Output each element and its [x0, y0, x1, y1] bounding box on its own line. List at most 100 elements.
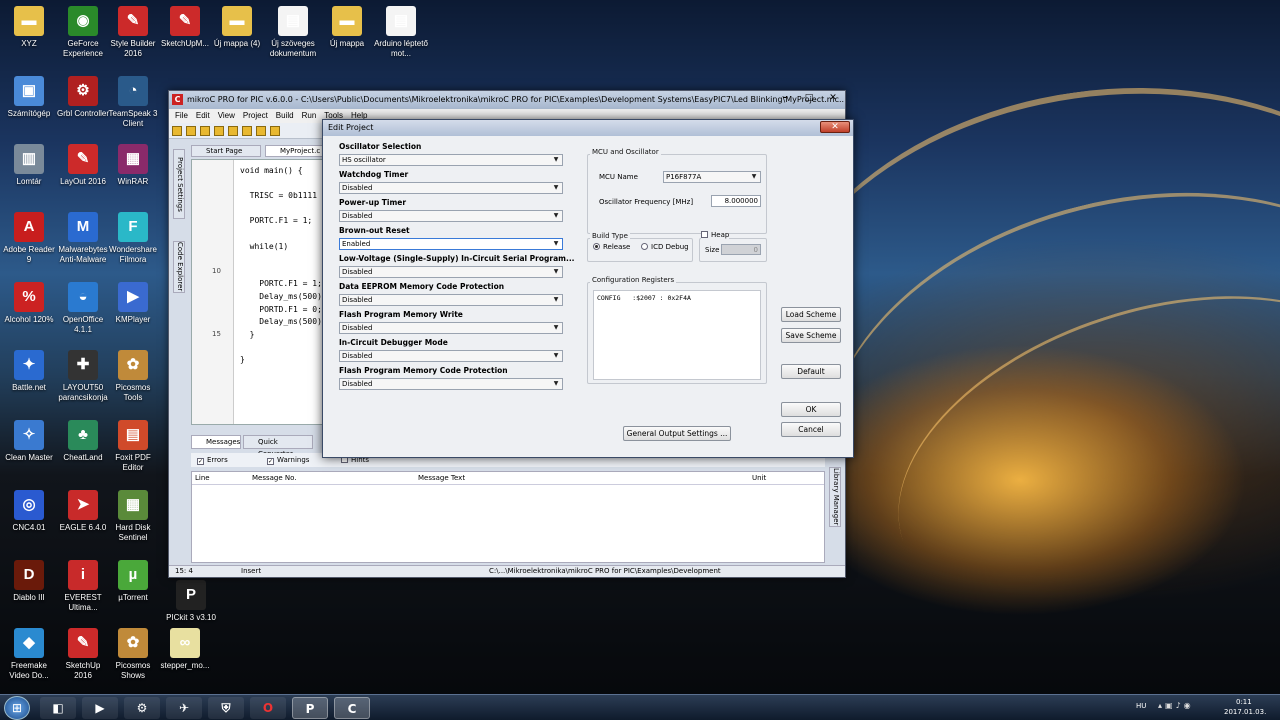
desktop-icon[interactable]: ✎ LayOut 2016 [56, 144, 110, 187]
code-editor[interactable]: void main() { TRISC = 0b1111 PORTC.F1 = … [191, 159, 323, 425]
mikroc-taskbar-icon[interactable]: C [334, 697, 370, 719]
edit-project-dialog[interactable]: Edit Project ✕ Oscillator Selection HS os… [322, 119, 854, 458]
desktop-icon[interactable]: ▤ Foxit PDF Editor [106, 420, 160, 473]
setting-select[interactable]: Enabled ▼ [339, 238, 563, 250]
warnings-checkbox[interactable]: ✓ [267, 458, 274, 465]
pickit-taskbar-icon[interactable]: P [292, 697, 328, 719]
desktop-icon[interactable]: ▤ Arduino léptető mot... [374, 6, 428, 59]
tab-quick-converter[interactable]: Quick Converter [243, 435, 313, 458]
build-icon[interactable] [214, 126, 224, 136]
release-radio[interactable]: Release [593, 243, 630, 251]
oscillator-frequency-input[interactable]: 8.000000 [711, 195, 761, 207]
desktop-icon[interactable]: µ µTorrent [106, 560, 160, 603]
compile-icon[interactable] [228, 126, 238, 136]
desktop-icon[interactable]: ▦ Hard Disk Sentinel [106, 490, 160, 543]
desktop-icon[interactable]: A Adobe Reader 9 [2, 212, 56, 265]
desktop-icon[interactable]: i EVEREST Ultima... [56, 560, 110, 613]
clock-date[interactable]: 2017.01.03. [1224, 708, 1266, 716]
setting-select[interactable]: Disabled ▼ [339, 350, 563, 362]
setting-select[interactable]: HS oscillator ▼ [339, 154, 563, 166]
side-tab-code-explorer[interactable]: Code Explorer [173, 241, 185, 293]
desktop-icon[interactable]: ▬ Új mappa [320, 6, 374, 49]
save-scheme-button[interactable]: Save Scheme [781, 328, 841, 343]
setting-select[interactable]: Disabled ▼ [339, 294, 563, 306]
opera-icon[interactable]: O [250, 697, 286, 719]
new-file-icon[interactable] [172, 126, 182, 136]
window-titlebar[interactable]: C mikroC PRO for PIC v.6.0.0 - C:\Users\… [169, 91, 845, 109]
minimize-button[interactable]: – [773, 91, 797, 105]
icd-debug-radio[interactable]: ICD Debug [641, 243, 689, 251]
maximize-button[interactable]: □ [797, 91, 821, 105]
desktop-icon[interactable]: ◆ Freemake Video Do... [2, 628, 56, 681]
menu-item[interactable]: Build [276, 111, 294, 120]
default-button[interactable]: Default [781, 364, 841, 379]
desktop-icon[interactable]: M Malwarebytes Anti-Malware [56, 212, 110, 265]
side-tab-project-settings[interactable]: Project Settings [173, 149, 185, 219]
col-unit[interactable]: Unit [752, 472, 766, 484]
desktop-icon[interactable]: ✦ Battle.net [2, 350, 56, 393]
folder-icon[interactable] [256, 126, 266, 136]
tab-messages[interactable]: Messages [191, 435, 241, 449]
menu-item[interactable]: File [175, 111, 188, 120]
desktop-icon[interactable]: ▶ KMPlayer [106, 282, 160, 325]
close-button[interactable]: ✕ [821, 91, 845, 105]
desktop-icon[interactable]: ◒ OpenOffice 4.1.1 [56, 282, 110, 335]
tab-start-page[interactable]: Start Page [191, 145, 261, 157]
start-button[interactable]: ⊞ [4, 696, 30, 720]
language-indicator[interactable]: HU [1136, 702, 1146, 710]
desktop-icon[interactable]: ▣ Számítógép [2, 76, 56, 119]
general-output-settings-button[interactable]: General Output Settings ... [623, 426, 731, 441]
save-icon[interactable] [200, 126, 210, 136]
setting-select[interactable]: Disabled ▼ [339, 378, 563, 390]
menu-item[interactable]: Run [302, 111, 317, 120]
desktop-icon[interactable]: ▥ Lomtár [2, 144, 56, 187]
desktop-icon[interactable]: ◔ TeamSpeak 3 Client [106, 76, 160, 129]
desktop-icon[interactable]: D Diablo III [2, 560, 56, 603]
cancel-button[interactable]: Cancel [781, 422, 841, 437]
run-icon[interactable] [242, 126, 252, 136]
desktop-icon[interactable]: ✎ Style Builder 2016 [106, 6, 160, 59]
desktop-icon[interactable]: ✎ SketchUp 2016 [56, 628, 110, 681]
desktop-icon[interactable]: ♣ CheatLand [56, 420, 110, 463]
menu-item[interactable]: Project [243, 111, 268, 120]
world-of-warships-icon[interactable]: ⚙ [124, 697, 160, 719]
setting-select[interactable]: Disabled ▼ [339, 182, 563, 194]
desktop-icon[interactable]: ⚙ Grbl Controller [56, 76, 110, 119]
setting-select[interactable]: Disabled ▼ [339, 210, 563, 222]
desktop-icon[interactable]: ✿ Picosmos Shows [106, 628, 160, 681]
heap-check[interactable] [701, 231, 708, 238]
menu-item[interactable]: Edit [196, 111, 210, 120]
col-message-no[interactable]: Message No. [252, 472, 297, 484]
world-of-warplanes-icon[interactable]: ✈ [166, 697, 202, 719]
col-line[interactable]: Line [195, 472, 210, 484]
desktop-icon[interactable]: ✿ Picosmos Tools [106, 350, 160, 403]
dialog-titlebar[interactable]: Edit Project ✕ [323, 120, 853, 136]
desktop-icon[interactable]: ▬ XYZ [2, 6, 56, 49]
desktop-icon[interactable]: F Wondershare Filmora [106, 212, 160, 265]
desktop-icon[interactable]: ✚ LAYOUT50 parancsikonja [56, 350, 110, 403]
menu-item[interactable]: View [218, 111, 235, 120]
desktop-icon[interactable]: ▬ Új mappa (4) [210, 6, 264, 49]
dialog-close-button[interactable]: ✕ [820, 121, 850, 133]
explorer-icon[interactable]: ◧ [40, 697, 76, 719]
clock-time[interactable]: 0:11 [1236, 698, 1252, 706]
filter-warnings[interactable]: ✓ Warnings [267, 453, 309, 467]
project-icon[interactable] [270, 126, 280, 136]
desktop-icon[interactable]: ▦ WinRAR [106, 144, 160, 187]
config-registers-box[interactable]: CONFIG :$2007 : 0x2F4A [593, 290, 761, 380]
errors-checkbox[interactable]: ✓ [197, 458, 204, 465]
media-player-icon[interactable]: ▶ [82, 697, 118, 719]
desktop-icon[interactable]: ✎ SketchUpM... [158, 6, 212, 49]
col-message-text[interactable]: Message Text [418, 472, 465, 484]
desktop-icon[interactable]: ▤ Új szöveges dokumentum [266, 6, 320, 59]
side-tab-library-manager[interactable]: Library Manager [829, 467, 841, 527]
mcu-name-select[interactable]: P16F877A ▼ [663, 171, 761, 183]
world-of-tanks-icon[interactable]: ⛨ [208, 697, 244, 719]
heap-checkbox[interactable]: Heap [701, 231, 730, 239]
open-file-icon[interactable] [186, 126, 196, 136]
desktop-icon[interactable]: ◎ CNC4.01 [2, 490, 56, 533]
heap-size-input[interactable]: 0 [721, 244, 761, 255]
desktop-icon[interactable]: ✧ Clean Master [2, 420, 56, 463]
filter-errors[interactable]: ✓ Errors [197, 453, 228, 467]
desktop-icon[interactable]: ➤ EAGLE 6.4.0 [56, 490, 110, 533]
